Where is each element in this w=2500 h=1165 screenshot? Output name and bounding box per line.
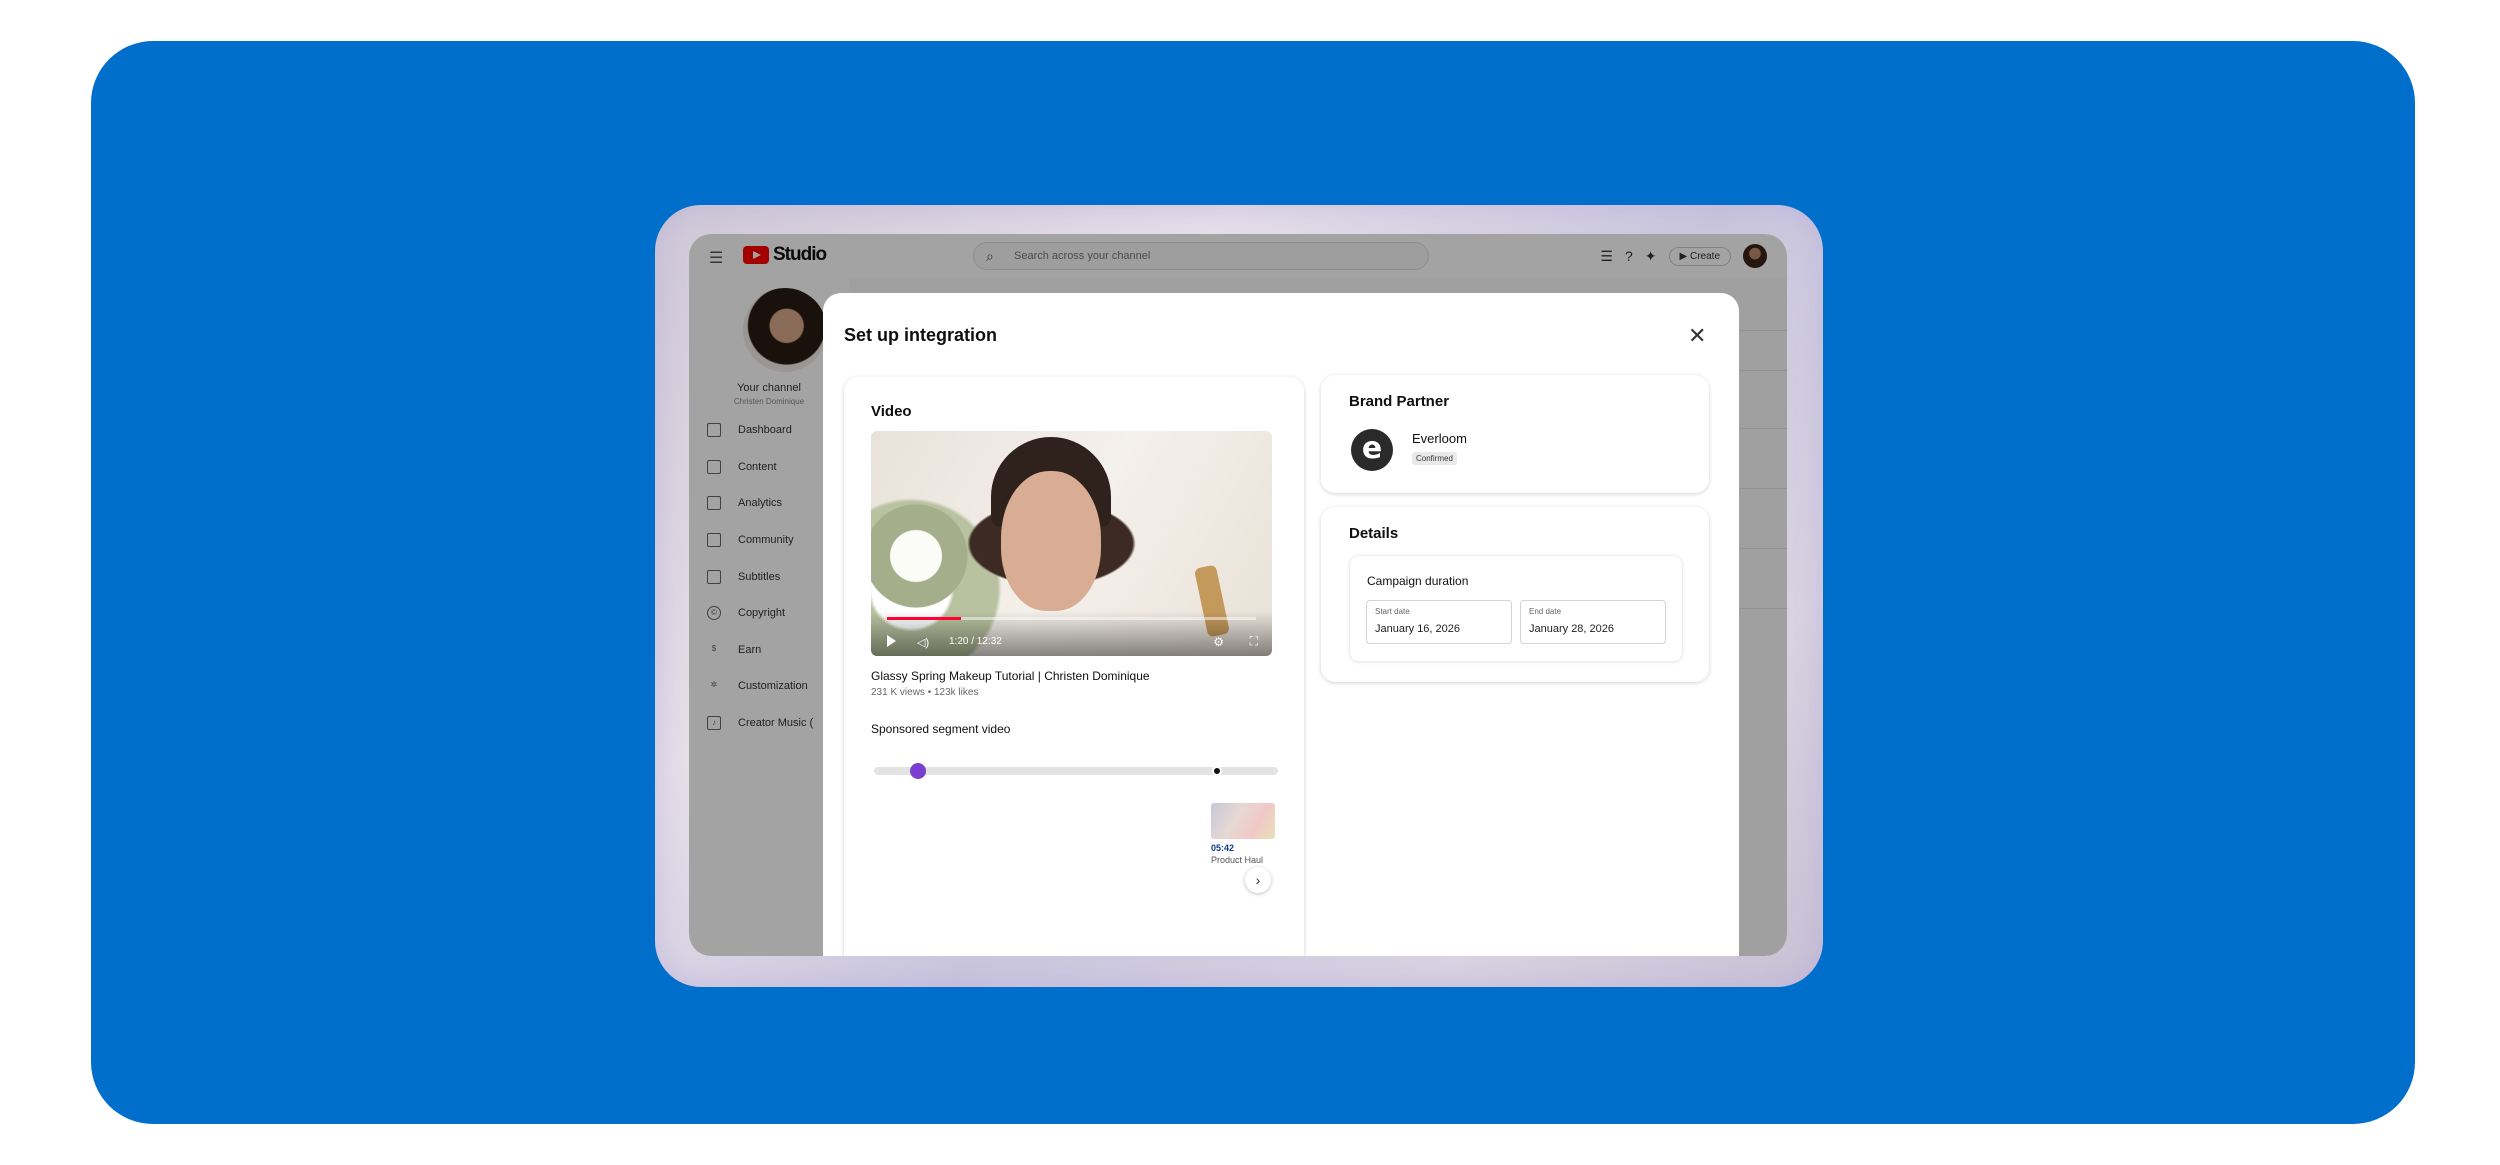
sponsored-segment-slider[interactable]	[874, 763, 1278, 779]
video-heading: Video	[871, 403, 912, 420]
close-icon[interactable]: ✕	[1688, 323, 1706, 349]
status-badge: Confirmed	[1412, 452, 1457, 465]
start-date-value: January 16, 2026	[1375, 623, 1461, 635]
presentation-background: ☰ Studio ⌕ Search across your channel ☰ …	[91, 41, 2415, 1124]
chevron-right-icon[interactable]: ›	[1245, 867, 1271, 893]
segment-end-marker[interactable]	[1212, 766, 1223, 776]
segment-start-handle[interactable]	[910, 763, 927, 779]
end-date-value: January 28, 2026	[1529, 623, 1615, 635]
chapter-thumbnail[interactable]	[1211, 803, 1275, 839]
video-frame-face	[1001, 471, 1101, 611]
chapter-time: 05:42	[1211, 843, 1235, 853]
video-player[interactable]: ◁) 1:20 / 12:32 ⚙ ⛶	[871, 431, 1272, 656]
integration-dialog: Set up integration ✕ Video ◁) 1:20 / 12:…	[823, 293, 1739, 956]
campaign-duration-card: Campaign duration Start date January 16,…	[1349, 555, 1683, 662]
start-date-label: Start date	[1375, 607, 1410, 616]
brand-name: Everloom	[1412, 431, 1467, 446]
video-card: Video ◁) 1:20 / 12:32 ⚙ ⛶ Glassy Spring …	[844, 377, 1304, 956]
start-date-field[interactable]: Start date January 16, 2026	[1366, 600, 1512, 644]
play-icon[interactable]	[887, 635, 896, 647]
tablet-frame: ☰ Studio ⌕ Search across your channel ☰ …	[655, 205, 1823, 987]
details-heading: Details	[1349, 525, 1399, 542]
brand-heading: Brand Partner	[1349, 393, 1450, 410]
end-date-label: End date	[1529, 607, 1562, 616]
brand-logo: e	[1351, 429, 1393, 471]
video-title: Glassy Spring Makeup Tutorial | Christen…	[871, 669, 1150, 683]
fullscreen-icon[interactable]: ⛶	[1250, 634, 1258, 649]
playback-progress-fill	[887, 617, 961, 620]
brand-partner-card: Brand Partner e Everloom Confirmed	[1321, 375, 1709, 493]
sponsored-segment-label: Sponsored segment video	[871, 722, 1011, 736]
dialog-title: Set up integration	[844, 325, 997, 345]
volume-icon[interactable]: ◁)	[917, 636, 929, 649]
campaign-duration-title: Campaign duration	[1367, 574, 1469, 588]
settings-icon[interactable]: ⚙	[1213, 635, 1224, 649]
playback-progress-track[interactable]	[887, 617, 1256, 620]
end-date-field[interactable]: End date January 28, 2026	[1520, 600, 1666, 644]
video-meta: 231 K views • 123k likes	[871, 687, 979, 698]
chapter-name: Product Haul	[1211, 855, 1264, 865]
playback-time: 1:20 / 12:32	[949, 636, 1002, 647]
video-frame-flowers	[871, 491, 971, 621]
details-card: Details Campaign duration Start date Jan…	[1321, 507, 1709, 682]
tablet-screen: ☰ Studio ⌕ Search across your channel ☰ …	[689, 234, 1787, 956]
